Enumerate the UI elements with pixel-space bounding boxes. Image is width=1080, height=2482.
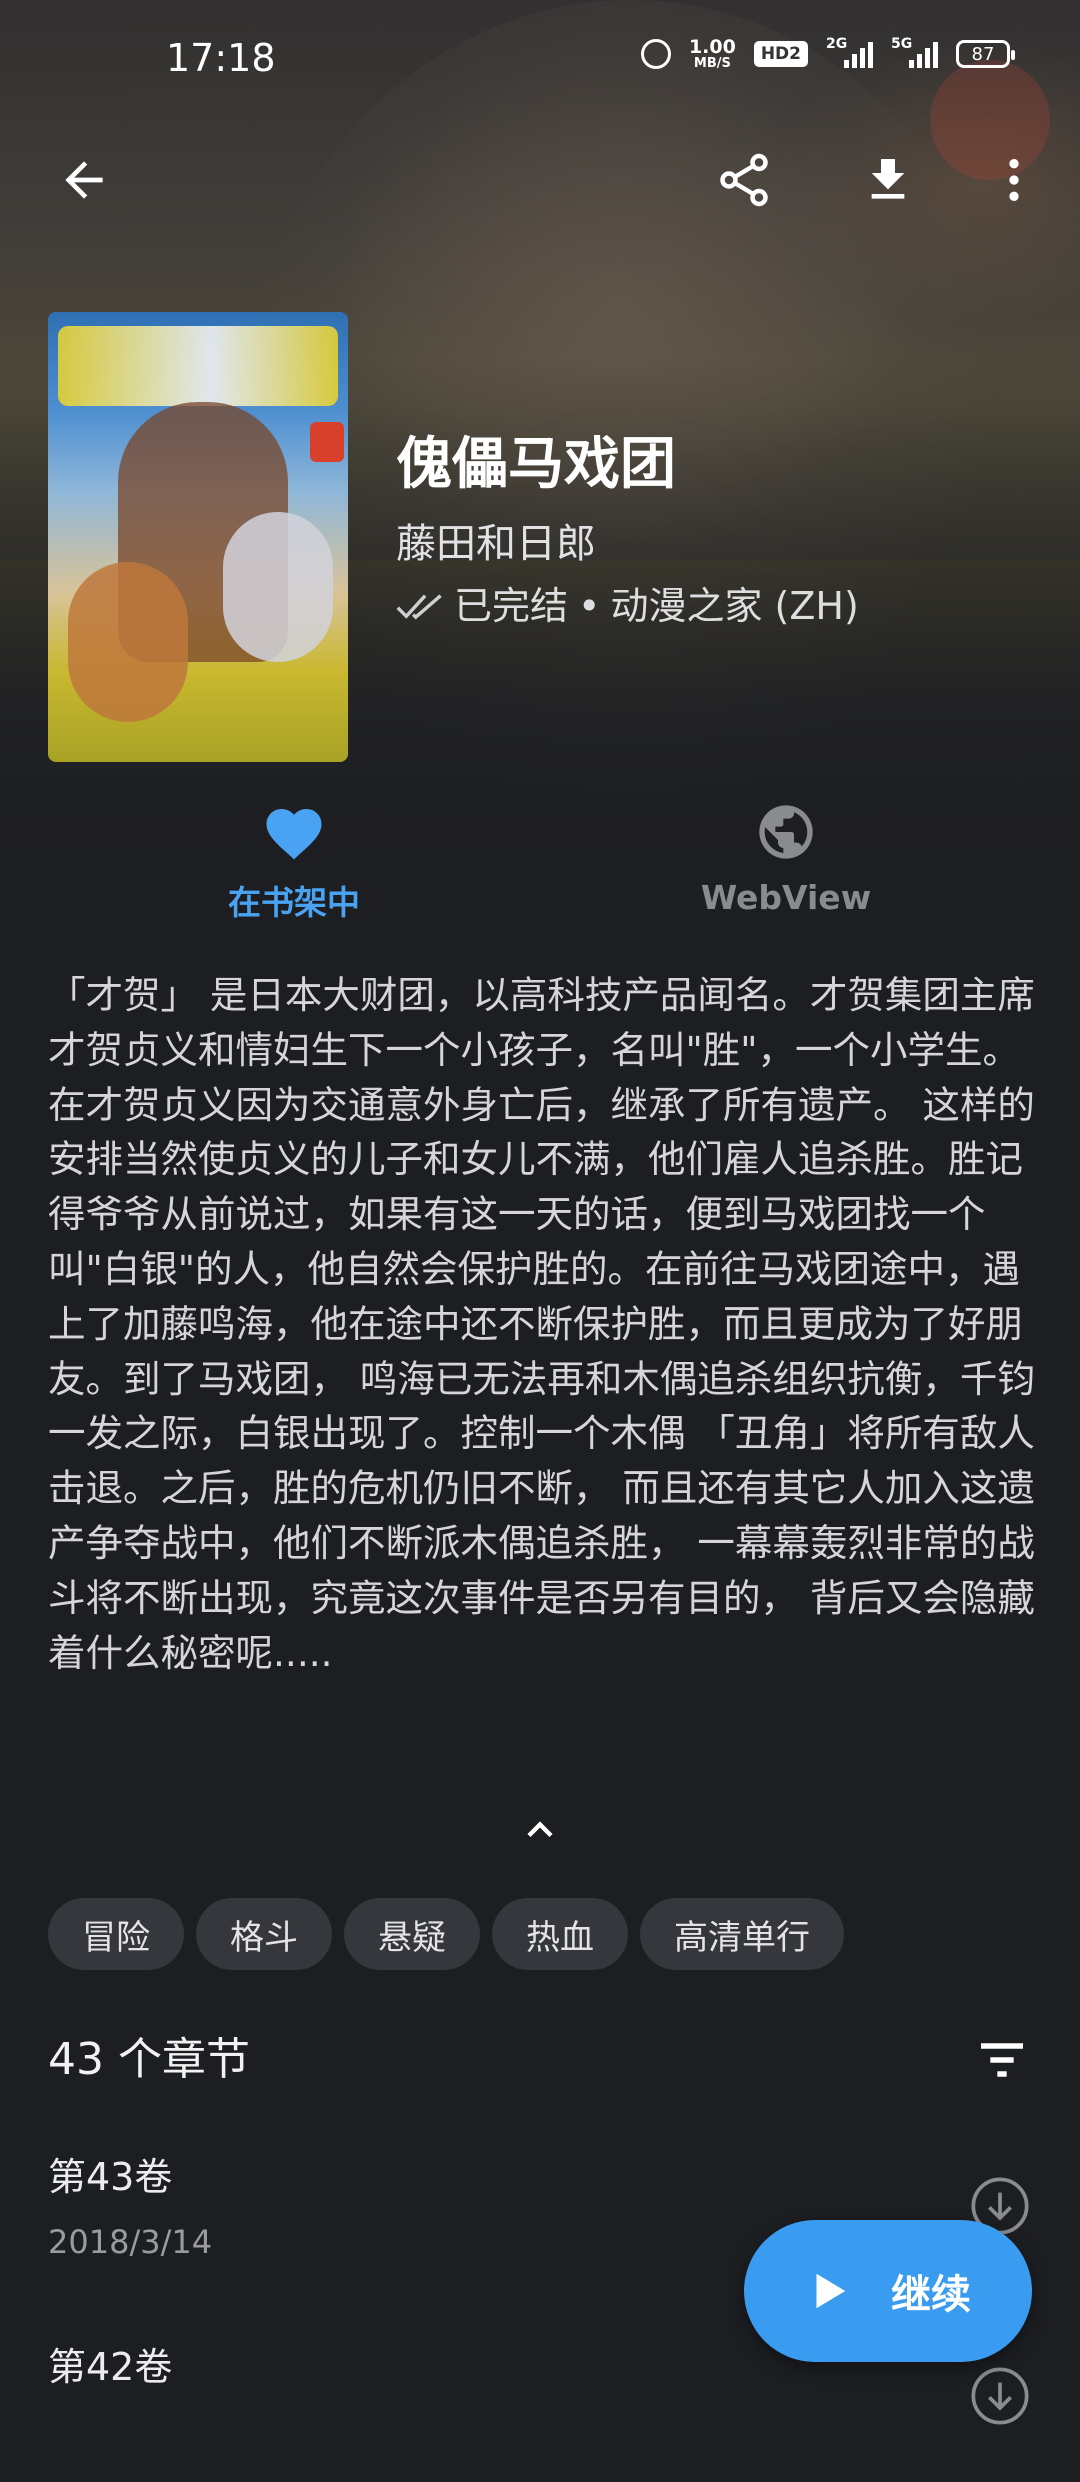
share-icon [720,153,768,207]
continue-reading-button[interactable]: 继续 [744,2220,1032,2362]
chapter-download-button[interactable] [968,2364,1032,2428]
manga-description[interactable]: 「才贺」 是日本大财团，以高科技产品闻名。才贺集团主席才贺贞义和情妇生下一个小孩… [48,968,1038,1680]
chapters-header: 43 个章节 [48,2030,1032,2090]
status-bar: 17:18 1.00 MB/S HD2 2G 5G 87 [0,0,1080,110]
signal-icon: 2G [826,36,873,68]
webview-button[interactable]: WebView [626,800,946,917]
genre-tag[interactable]: 悬疑 [344,1898,480,1970]
heart-icon [266,809,322,860]
back-button[interactable] [44,140,124,220]
download-button[interactable] [848,140,928,220]
manga-meta: 已完结 • 动漫之家 (ZH) [396,580,859,632]
genre-tags: 冒险 格斗 悬疑 热血 高清单行 [48,1898,844,1970]
battery-indicator: 87 [956,40,1015,68]
meta-separator: • [578,584,601,628]
arrow-left-icon [65,161,103,199]
status-label: 已完结 [454,584,569,628]
status-time: 17:18 [166,36,276,80]
action-row: 在书架中 WebView [0,800,1080,950]
chapter-row[interactable]: 第42卷 [48,2342,1032,2482]
download-circle-icon [971,2367,1029,2425]
globe-icon [759,805,813,859]
more-options-button[interactable] [974,140,1054,220]
download-icon [871,159,905,199]
chevron-up-icon [527,1821,553,1838]
webview-label: WebView [700,878,872,917]
manga-info: 傀儡马戏团 藤田和日郎 已完结 • 动漫之家 (ZH) [396,430,859,632]
double-check-icon [396,594,442,620]
genre-tag[interactable]: 冒险 [48,1898,184,1970]
favorite-button[interactable]: 在书架中 [134,800,454,924]
top-app-bar [0,130,1080,230]
genre-tag[interactable]: 高清单行 [640,1898,844,1970]
chapter-count: 43 个章节 [48,2034,250,2085]
network-speed: 1.00 MB/S [688,36,736,71]
manga-title[interactable]: 傀儡马戏团 [396,430,859,500]
signal-5g-icon: 5G [891,36,938,68]
share-button[interactable] [704,140,784,220]
continue-label: 继续 [891,2272,971,2318]
collapse-description-button[interactable] [510,1800,570,1860]
genre-tag[interactable]: 格斗 [196,1898,332,1970]
chapter-name: 第43卷 [48,2155,173,2199]
filter-icon [981,2043,1023,2077]
favorite-label: 在书架中 [228,883,360,922]
source-label: 动漫之家 (ZH) [610,584,859,628]
hd-badge: HD2 [753,41,808,67]
manga-author[interactable]: 藤田和日郎 [396,518,859,570]
genre-tag[interactable]: 热血 [492,1898,628,1970]
alarm-icon [640,39,671,69]
filter-button[interactable] [972,2030,1032,2090]
manga-cover-image[interactable] [48,312,348,762]
play-icon [816,2273,846,2309]
more-vertical-icon [1009,159,1019,201]
